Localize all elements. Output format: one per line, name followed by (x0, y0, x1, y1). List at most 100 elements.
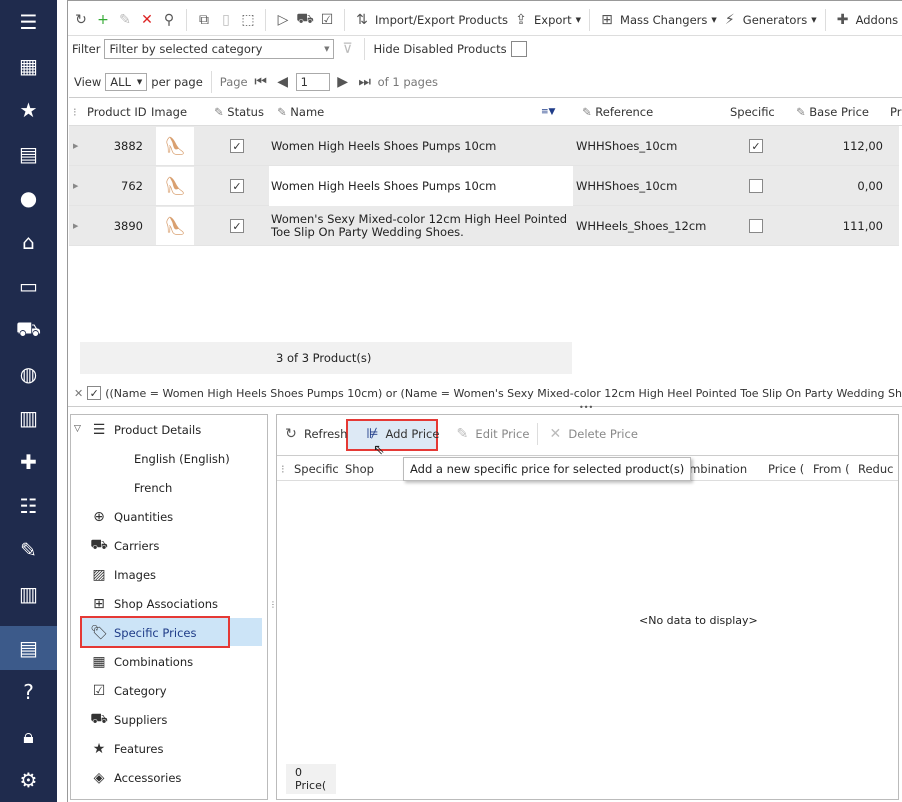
specific-checkbox[interactable]: ✓ (749, 139, 763, 153)
mass-changers-icon: ⊞ (601, 12, 613, 28)
col-product-id[interactable]: Product ID (87, 98, 147, 126)
col-specific[interactable]: Specific (294, 456, 339, 482)
chat-icon[interactable]: ▭ (0, 264, 57, 308)
tree-item[interactable]: ⛟ Suppliers (90, 707, 167, 733)
tree-item[interactable]: ★ Features (90, 736, 164, 762)
wrench-icon[interactable]: ✎ (0, 528, 57, 572)
cell-reference: WHHShoes_10cm (576, 139, 678, 153)
toolbar: ↻ + ✎ ✕ ⚲ ⧉ ▯ ⬚ ▷ ⛟ ☑ ⇅ Import/Export Pr… (72, 8, 898, 32)
gear-icon[interactable]: ⚙ (0, 758, 57, 802)
col-from[interactable]: From ( (813, 456, 850, 482)
col-image[interactable]: Image (151, 98, 187, 126)
status-checkbox[interactable]: ✓ (230, 179, 244, 193)
tree-item[interactable]: ⛟ Carriers (90, 533, 159, 559)
tree-item[interactable]: ▨ Images (90, 562, 156, 588)
cell-name: Women's Sexy Mixed-color 12cm High Heel … (271, 212, 568, 239)
tooltip-text: Add a new specific price for selected pr… (410, 462, 685, 476)
col-name[interactable]: Name (290, 105, 324, 119)
refresh-button[interactable]: Refresh (304, 427, 347, 441)
menu-icon[interactable]: ☰ (0, 0, 57, 44)
page-input[interactable]: 1 (295, 73, 330, 91)
export-icon: ⇪ (515, 12, 527, 28)
col-specific[interactable]: Specific (730, 98, 775, 126)
view-select[interactable]: ALL ▼ (105, 73, 148, 91)
products-icon[interactable]: ▤ (0, 626, 57, 670)
sort-filter-icon[interactable]: ≡▼ (541, 98, 555, 126)
tree-item[interactable]: ☑ Category (90, 678, 167, 704)
col-base-price[interactable]: Base Price (809, 105, 869, 119)
col-reduction[interactable]: Reduc (858, 456, 893, 482)
copy-icon[interactable]: ⧉ (195, 12, 213, 28)
row-indicator-icon: ▶ (73, 182, 79, 190)
tree-item-icon: ☰ (92, 422, 106, 438)
edit-icon[interactable]: ✎ (116, 12, 134, 28)
col-shop[interactable]: Shop (345, 456, 374, 482)
basket-icon[interactable]: ⌂ (0, 220, 57, 264)
close-filter-icon[interactable]: ✕ (74, 387, 83, 400)
specific-checkbox[interactable] (749, 219, 763, 233)
mass-changers-button[interactable]: Mass Changers (620, 13, 707, 27)
store-icon[interactable]: ▦ (0, 44, 57, 88)
col-reference[interactable]: Reference (595, 105, 653, 119)
filter-expression[interactable]: ((Name = Women High Heels Shoes Pumps 10… (105, 387, 902, 400)
sliders-icon[interactable]: ☷ (0, 484, 57, 528)
tree-item[interactable]: French (134, 475, 172, 501)
col-price[interactable]: Price ( (768, 456, 804, 482)
add-price-button[interactable]: Add Price (385, 427, 439, 441)
tree-item[interactable]: English (English) (134, 446, 230, 472)
truck-check-icon[interactable]: ⛟ (296, 11, 314, 29)
table-row[interactable]: ▶ 762 👠︎ ✓ Women High Heels Shoes Pumps … (69, 166, 899, 206)
table-row[interactable]: ▶ 3882 👠︎ ✓ Women High Heels Shoes Pumps… (69, 126, 899, 166)
status-checkbox[interactable]: ✓ (230, 219, 244, 233)
report-icon[interactable]: ▥ (0, 572, 57, 616)
table-row[interactable]: ▶ 3890 👠︎ ✓ Women's Sexy Mixed-color 12c… (69, 206, 899, 246)
help-icon[interactable]: ? (0, 670, 57, 714)
inbox-icon[interactable]: ▤ (0, 132, 57, 176)
status-checkbox[interactable]: ✓ (230, 139, 244, 153)
next-page-icon[interactable]: ▶ (334, 74, 352, 90)
paste-icon[interactable]: ▯ (217, 12, 235, 28)
folder-check-icon[interactable]: ▷ (274, 12, 292, 28)
export-button[interactable]: Export (534, 13, 572, 27)
delete-price-button[interactable]: Delete Price (568, 427, 638, 441)
col-price[interactable]: Pr (890, 98, 901, 126)
generators-button[interactable]: Generators (743, 13, 807, 27)
tree-item-icon: ☑ (92, 683, 106, 699)
tree-item[interactable]: ▦ Combinations (90, 649, 193, 675)
globe-icon[interactable]: ◍ (0, 352, 57, 396)
tree-item[interactable]: ⊞ Shop Associations (90, 591, 218, 617)
tree-item[interactable]: ☰ Product Details (90, 417, 201, 443)
splitter-handle[interactable]: ••• (579, 403, 593, 412)
tree-item[interactable]: ◈ Accessories (90, 765, 182, 791)
last-page-icon[interactable]: ⏭︎ (356, 74, 374, 90)
import-export-button[interactable]: Import/Export Products (375, 13, 508, 27)
first-page-icon[interactable]: ⏮︎ (252, 74, 270, 90)
add-icon[interactable]: + (94, 12, 112, 28)
refresh-icon[interactable]: ↻ (72, 12, 90, 28)
checklist-icon[interactable]: ☑ (318, 12, 336, 28)
prev-page-icon[interactable]: ◀ (274, 74, 292, 90)
puzzle-icon[interactable]: ✚ (0, 440, 57, 484)
chart-icon[interactable]: ▥ (0, 396, 57, 440)
delete-icon[interactable]: ✕ (138, 12, 156, 28)
col-status[interactable]: Status (227, 105, 264, 119)
tree-item[interactable]: ⊕ Quantities (90, 504, 173, 530)
collapse-icon[interactable]: ▽ (74, 424, 81, 434)
tree-item-label: Accessories (114, 771, 182, 785)
hide-disabled-checkbox[interactable] (510, 41, 527, 57)
lock-icon[interactable]: 🔒︎ (0, 714, 57, 758)
truck-icon[interactable]: ⛟ (0, 308, 57, 352)
specific-checkbox[interactable] (749, 179, 763, 193)
cell-reference: WHHeels_Shoes_12cm (576, 219, 707, 233)
search-icon[interactable]: ⚲ (160, 12, 178, 28)
clear-filter-icon[interactable]: ⊽ (338, 41, 356, 57)
addons-button[interactable]: Addons (856, 13, 899, 27)
prices-footer: 0 Price( (286, 764, 336, 794)
user-icon[interactable]: ● (0, 176, 57, 220)
tree-item[interactable]: 🏷︎ Specific Prices (90, 620, 196, 646)
edit-price-button[interactable]: Edit Price (475, 427, 529, 441)
star-icon[interactable]: ★ (0, 88, 57, 132)
filter-select[interactable]: Filter by selected category ▼ (104, 39, 335, 59)
filter-enabled-checkbox[interactable]: ✓ (87, 386, 102, 400)
select-icon[interactable]: ⬚ (239, 12, 257, 28)
